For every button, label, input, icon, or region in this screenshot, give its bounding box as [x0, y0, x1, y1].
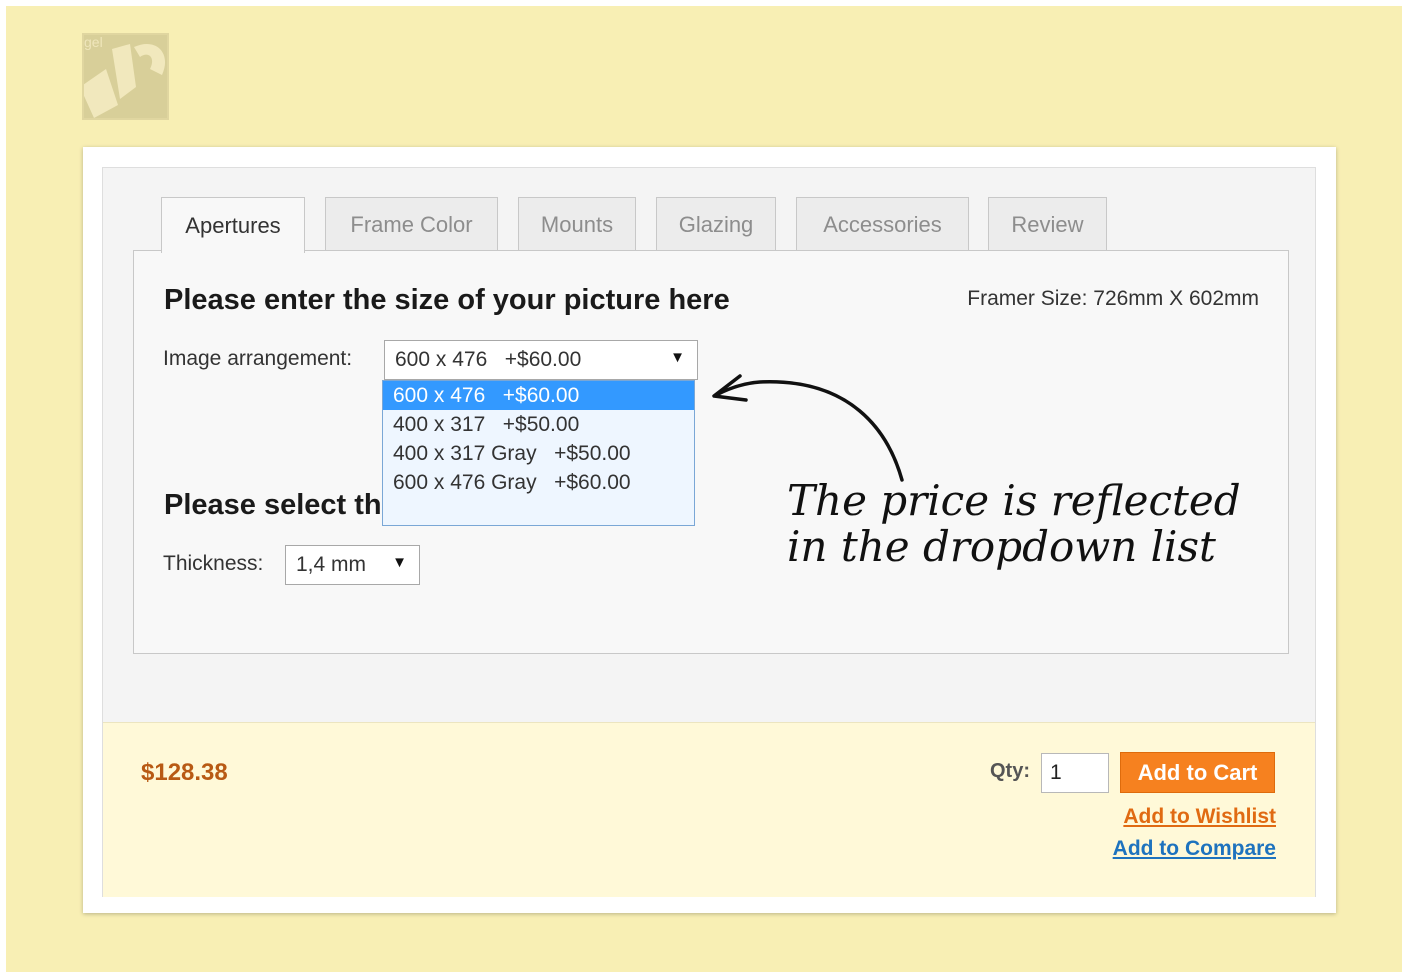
- add-to-cart-button[interactable]: Add to Cart: [1120, 752, 1275, 793]
- annotation-line-2: in the dropdown list: [787, 522, 1216, 571]
- dropdown-option[interactable]: 400 x 317 +$50.00: [383, 410, 694, 439]
- tab-mounts[interactable]: Mounts: [518, 197, 636, 252]
- dropdown-option[interactable]: 400 x 317 Gray +$50.00: [383, 439, 694, 468]
- qty-label: Qty:: [990, 760, 1030, 782]
- image-arrangement-value: 600 x 476 +$60.00: [395, 348, 582, 371]
- curved-arrow-icon: [712, 374, 904, 482]
- chevron-down-icon: ▼: [670, 349, 685, 366]
- thickness-value: 1,4 mm: [296, 553, 367, 576]
- brand-logo: gel: [82, 33, 169, 120]
- thickness-label: Thickness:: [163, 552, 264, 575]
- image-arrangement-select[interactable]: 600 x 476 +$60.00 ▼: [384, 340, 698, 380]
- purchase-footer: $128.38 Qty: 1 Add to Cart Add to Wishli…: [103, 722, 1315, 897]
- section-heading: Please select th: [164, 489, 382, 521]
- chevron-down-icon: ▼: [392, 554, 407, 571]
- tab-apertures[interactable]: Apertures: [161, 197, 305, 253]
- dropdown-option[interactable]: 600 x 476 +$60.00: [383, 381, 694, 410]
- svg-text:gel: gel: [84, 35, 103, 50]
- image-arrangement-label: Image arrangement:: [163, 347, 353, 370]
- page-title: Please enter the size of your picture he…: [164, 284, 730, 316]
- annotation-note: The price is reflected in the dropdown l…: [787, 478, 1241, 570]
- add-to-compare-link[interactable]: Add to Compare: [1113, 837, 1276, 861]
- thickness-select[interactable]: 1,4 mm ▼: [285, 545, 420, 585]
- image-arrangement-dropdown[interactable]: 600 x 476 +$60.00 400 x 317 +$50.00 400 …: [382, 380, 695, 526]
- tab-frame-color[interactable]: Frame Color: [325, 197, 498, 252]
- tab-review[interactable]: Review: [988, 197, 1107, 252]
- tab-accessories[interactable]: Accessories: [796, 197, 969, 252]
- annotation-line-1: The price is reflected: [787, 476, 1241, 525]
- framer-size-text: Framer Size: 726mm X 602mm: [967, 287, 1259, 310]
- qty-input[interactable]: 1: [1041, 753, 1109, 793]
- add-to-wishlist-link[interactable]: Add to Wishlist: [1123, 805, 1276, 829]
- product-price: $128.38: [141, 759, 228, 786]
- dropdown-option[interactable]: 600 x 476 Gray +$60.00: [383, 468, 694, 497]
- tab-glazing[interactable]: Glazing: [656, 197, 776, 252]
